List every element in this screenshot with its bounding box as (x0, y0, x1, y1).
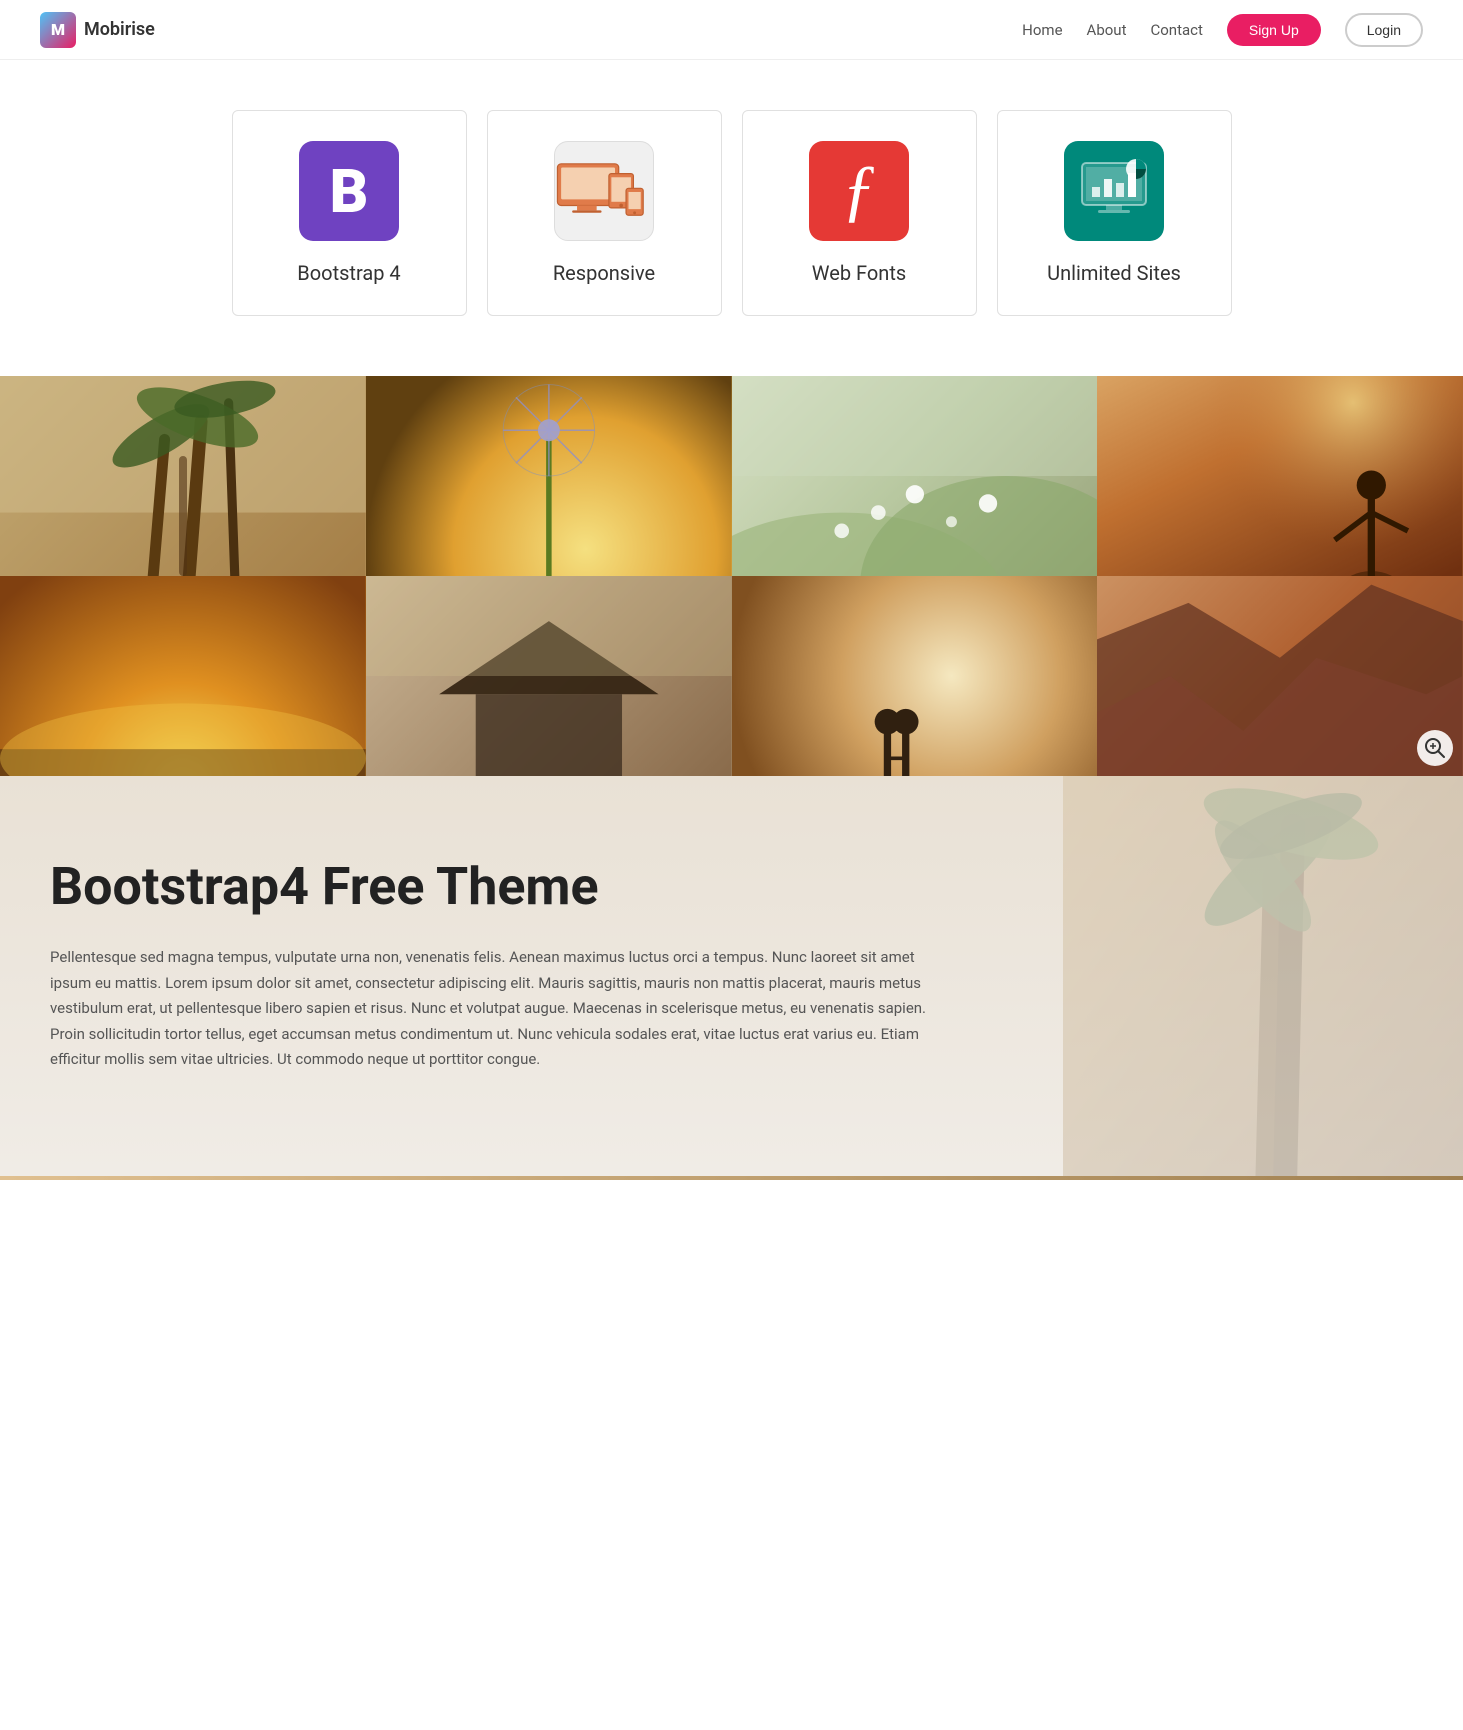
nav-logo-icon: M (40, 12, 76, 48)
gallery-cell-2 (366, 376, 732, 576)
nav-link-about[interactable]: About (1087, 21, 1127, 39)
feature-card-bootstrap: B Bootstrap 4 (232, 110, 467, 316)
nav-link-contact[interactable]: Contact (1150, 21, 1202, 39)
login-button[interactable]: Login (1345, 13, 1423, 47)
responsive-icon (554, 141, 654, 241)
feature-title-responsive: Responsive (553, 261, 655, 285)
nav-brand[interactable]: M Mobirise (40, 12, 155, 48)
bottom-divider (0, 1176, 1463, 1180)
bg-palm-svg (1063, 776, 1463, 1176)
nav-link-home[interactable]: Home (1022, 21, 1062, 39)
feature-title-unlimited: Unlimited Sites (1047, 261, 1181, 285)
unlimited-sites-svg (1074, 151, 1154, 231)
content-heading: Bootstrap4 Free Theme (50, 856, 750, 917)
features-section: B Bootstrap 4 (0, 60, 1463, 376)
content-section: Bootstrap4 Free Theme Pellentesque sed m… (0, 776, 1463, 1176)
signup-button[interactable]: Sign Up (1227, 14, 1321, 46)
gallery-cell-7 (732, 576, 1098, 776)
bootstrap-icon: B (299, 141, 399, 241)
nav-links: Home About Contact Sign Up Login (1022, 13, 1423, 47)
feature-card-webfonts: ƒ Web Fonts (742, 110, 977, 316)
gallery-cell-4 (1097, 376, 1463, 576)
gallery-cell-5 (0, 576, 366, 776)
responsive-devices-svg (555, 154, 653, 228)
feature-title-bootstrap: Bootstrap 4 (297, 261, 400, 285)
nav-brand-name: Mobirise (84, 19, 155, 40)
feature-card-unlimited: Unlimited Sites (997, 110, 1232, 316)
gallery-section (0, 376, 1463, 776)
feature-card-responsive: Responsive (487, 110, 722, 316)
gallery-cell-3 (732, 376, 1098, 576)
gallery-row-2 (0, 576, 1463, 776)
content-paragraph: Pellentesque sed magna tempus, vulputate… (50, 945, 950, 1073)
feature-title-webfonts: Web Fonts (812, 261, 906, 285)
webfonts-icon: ƒ (809, 141, 909, 241)
navbar: M Mobirise Home About Contact Sign Up Lo… (0, 0, 1463, 60)
gallery-row-1 (0, 376, 1463, 576)
gallery-cell-6 (366, 576, 732, 776)
unlimited-icon (1064, 141, 1164, 241)
gallery-cell-1 (0, 376, 366, 576)
gallery-cell-8 (1097, 576, 1463, 776)
gallery-zoom-icon[interactable] (1417, 730, 1453, 766)
features-grid: B Bootstrap 4 (232, 110, 1232, 316)
